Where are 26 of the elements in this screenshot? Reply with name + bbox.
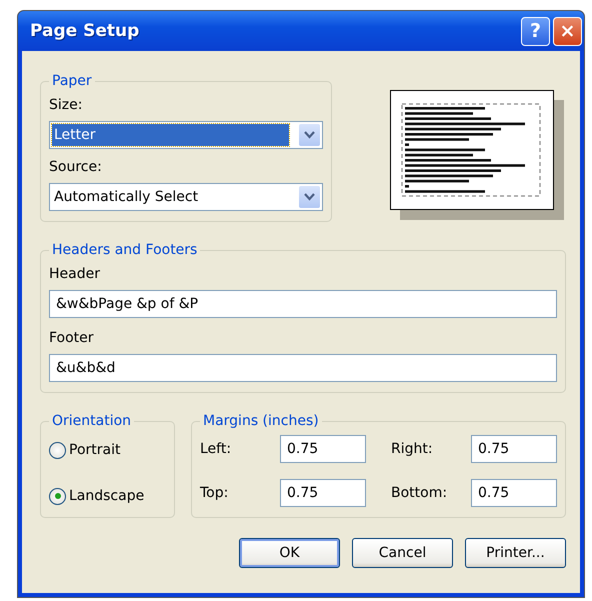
radio-option[interactable]: Portrait [49,439,166,461]
field-label: Top: [200,485,230,501]
field-label: Right: [391,441,434,457]
window-title: Page Setup [29,21,140,41]
group-title: Paper [51,73,93,89]
margin-field[interactable]: 0.75 [471,479,557,507]
field-label: Bottom: [391,485,448,501]
dialog-button[interactable]: Cancel [352,538,453,568]
dialog-button[interactable]: Printer... [465,538,566,568]
group-title: Headers and Footers [51,242,198,258]
margin-field[interactable]: 0.75 [280,479,366,507]
dialog-button[interactable]: OK [239,538,340,568]
group-title: Margins (inches) [202,413,320,429]
margin-field[interactable]: 0.75 [471,435,557,463]
field-label: Left: [200,441,232,457]
margin-field[interactable]: 0.75 [280,435,366,463]
field-label: Header [49,266,101,282]
group-title: Orientation [51,413,132,429]
footer-field[interactable]: &u&b&d [49,354,557,382]
size-dropdown[interactable]: Letter [49,121,323,149]
field-label: Footer [49,330,95,346]
source-dropdown[interactable]: Automatically Select [49,183,323,211]
field-label: Source: [49,159,103,175]
field-label: Size: [49,97,84,113]
header-field[interactable]: &w&bPage &p of &P [49,290,557,318]
radio-option[interactable]: Landscape [49,485,166,507]
